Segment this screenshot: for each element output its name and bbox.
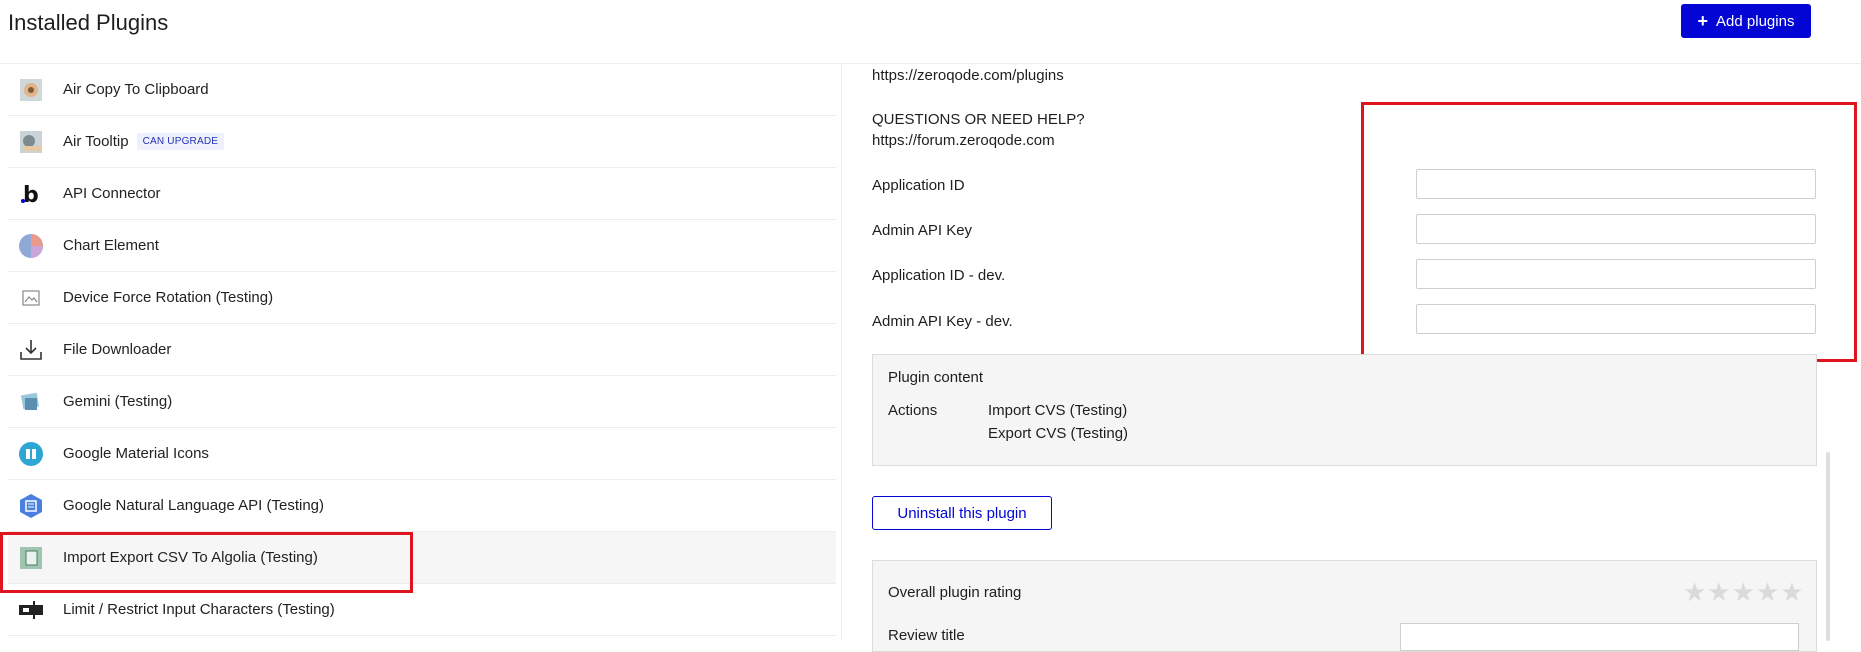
image-placeholder-icon <box>18 285 44 311</box>
clipboard-icon <box>18 77 44 103</box>
text-cursor-icon <box>18 597 44 623</box>
plugin-name: Air Tooltip CAN UPGRADE <box>63 132 225 151</box>
plugin-name: Limit / Restrict Input Characters (Testi… <box>63 601 335 618</box>
can-upgrade-badge: CAN UPGRADE <box>136 133 225 151</box>
application-id-dev-label: Application ID - dev. <box>872 267 1006 284</box>
action-item: Export CVS (Testing) <box>988 425 1129 442</box>
panel-divider <box>841 64 842 641</box>
plugin-content-title: Plugin content <box>888 369 984 386</box>
material-icons-icon <box>18 441 44 467</box>
page-title: Installed Plugins <box>8 10 169 35</box>
plugin-row-device-force-rotation[interactable]: Device Force Rotation (Testing) <box>8 272 836 324</box>
plugin-name: Google Material Icons <box>63 445 209 462</box>
svg-text:b: b <box>23 183 39 206</box>
help-heading: QUESTIONS OR NEED HELP? <box>872 111 1085 128</box>
review-title-field[interactable] <box>1400 623 1799 651</box>
plugin-row-gemini[interactable]: Gemini (Testing) <box>8 376 836 428</box>
rating-stars[interactable]: ★★★★★ <box>1683 577 1805 608</box>
plugin-name-text: Air Tooltip <box>63 132 129 150</box>
gemini-icon <box>18 389 44 415</box>
plugin-name: Chart Element <box>63 237 159 254</box>
plugin-content-panel: Plugin content Actions Import CVS (Testi… <box>872 354 1817 466</box>
review-title-label: Review title <box>888 627 965 644</box>
plugin-row-google-natural-language[interactable]: Google Natural Language API (Testing) <box>8 480 836 532</box>
rating-title: Overall plugin rating <box>888 584 1022 601</box>
scrollbar[interactable] <box>1826 452 1830 641</box>
plugin-rating-panel: Overall plugin rating ★★★★★ Review title <box>872 560 1817 652</box>
plugin-name: File Downloader <box>63 341 172 358</box>
application-id-label: Application ID <box>872 177 965 194</box>
website-link[interactable]: https://zeroqode.com/plugins <box>872 67 1064 84</box>
admin-api-key-dev-label: Admin API Key - dev. <box>872 313 1013 330</box>
plugin-row-file-downloader[interactable]: File Downloader <box>8 324 836 376</box>
plugin-row-air-copy-to-clipboard[interactable]: Air Copy To Clipboard <box>8 64 836 116</box>
pie-chart-icon <box>18 233 44 259</box>
plus-icon: + <box>1697 11 1709 31</box>
selected-plugin-highlight <box>0 532 413 593</box>
actions-label: Actions <box>888 402 938 419</box>
plugin-name: Gemini (Testing) <box>63 393 173 410</box>
add-plugins-button[interactable]: + Add plugins <box>1681 4 1811 38</box>
tooltip-icon <box>18 129 44 155</box>
help-section: QUESTIONS OR NEED HELP? https://forum.ze… <box>872 109 1085 151</box>
uninstall-plugin-button[interactable]: Uninstall this plugin <box>872 496 1052 530</box>
admin-api-key-label: Admin API Key <box>872 222 973 239</box>
add-plugins-label: Add plugins <box>1716 12 1795 30</box>
bubble-b-icon: b <box>18 181 44 207</box>
download-icon <box>18 337 44 363</box>
action-item: Import CVS (Testing) <box>988 402 1128 419</box>
api-keys-highlight <box>1361 102 1857 362</box>
plugin-row-chart-element[interactable]: Chart Element <box>8 220 836 272</box>
plugin-name: API Connector <box>63 185 161 202</box>
plugin-row-google-material-icons[interactable]: Google Material Icons <box>8 428 836 480</box>
plugin-name: Air Copy To Clipboard <box>63 81 209 98</box>
plugin-name: Device Force Rotation (Testing) <box>63 289 274 306</box>
help-link[interactable]: https://forum.zeroqode.com <box>872 130 1085 151</box>
natural-language-icon <box>18 493 44 519</box>
plugin-row-api-connector[interactable]: b API Connector <box>8 168 836 220</box>
plugin-name: Google Natural Language API (Testing) <box>63 497 324 514</box>
page-header: Installed Plugins + Add plugins <box>0 0 1861 64</box>
plugin-row-air-tooltip[interactable]: Air Tooltip CAN UPGRADE <box>8 116 836 168</box>
